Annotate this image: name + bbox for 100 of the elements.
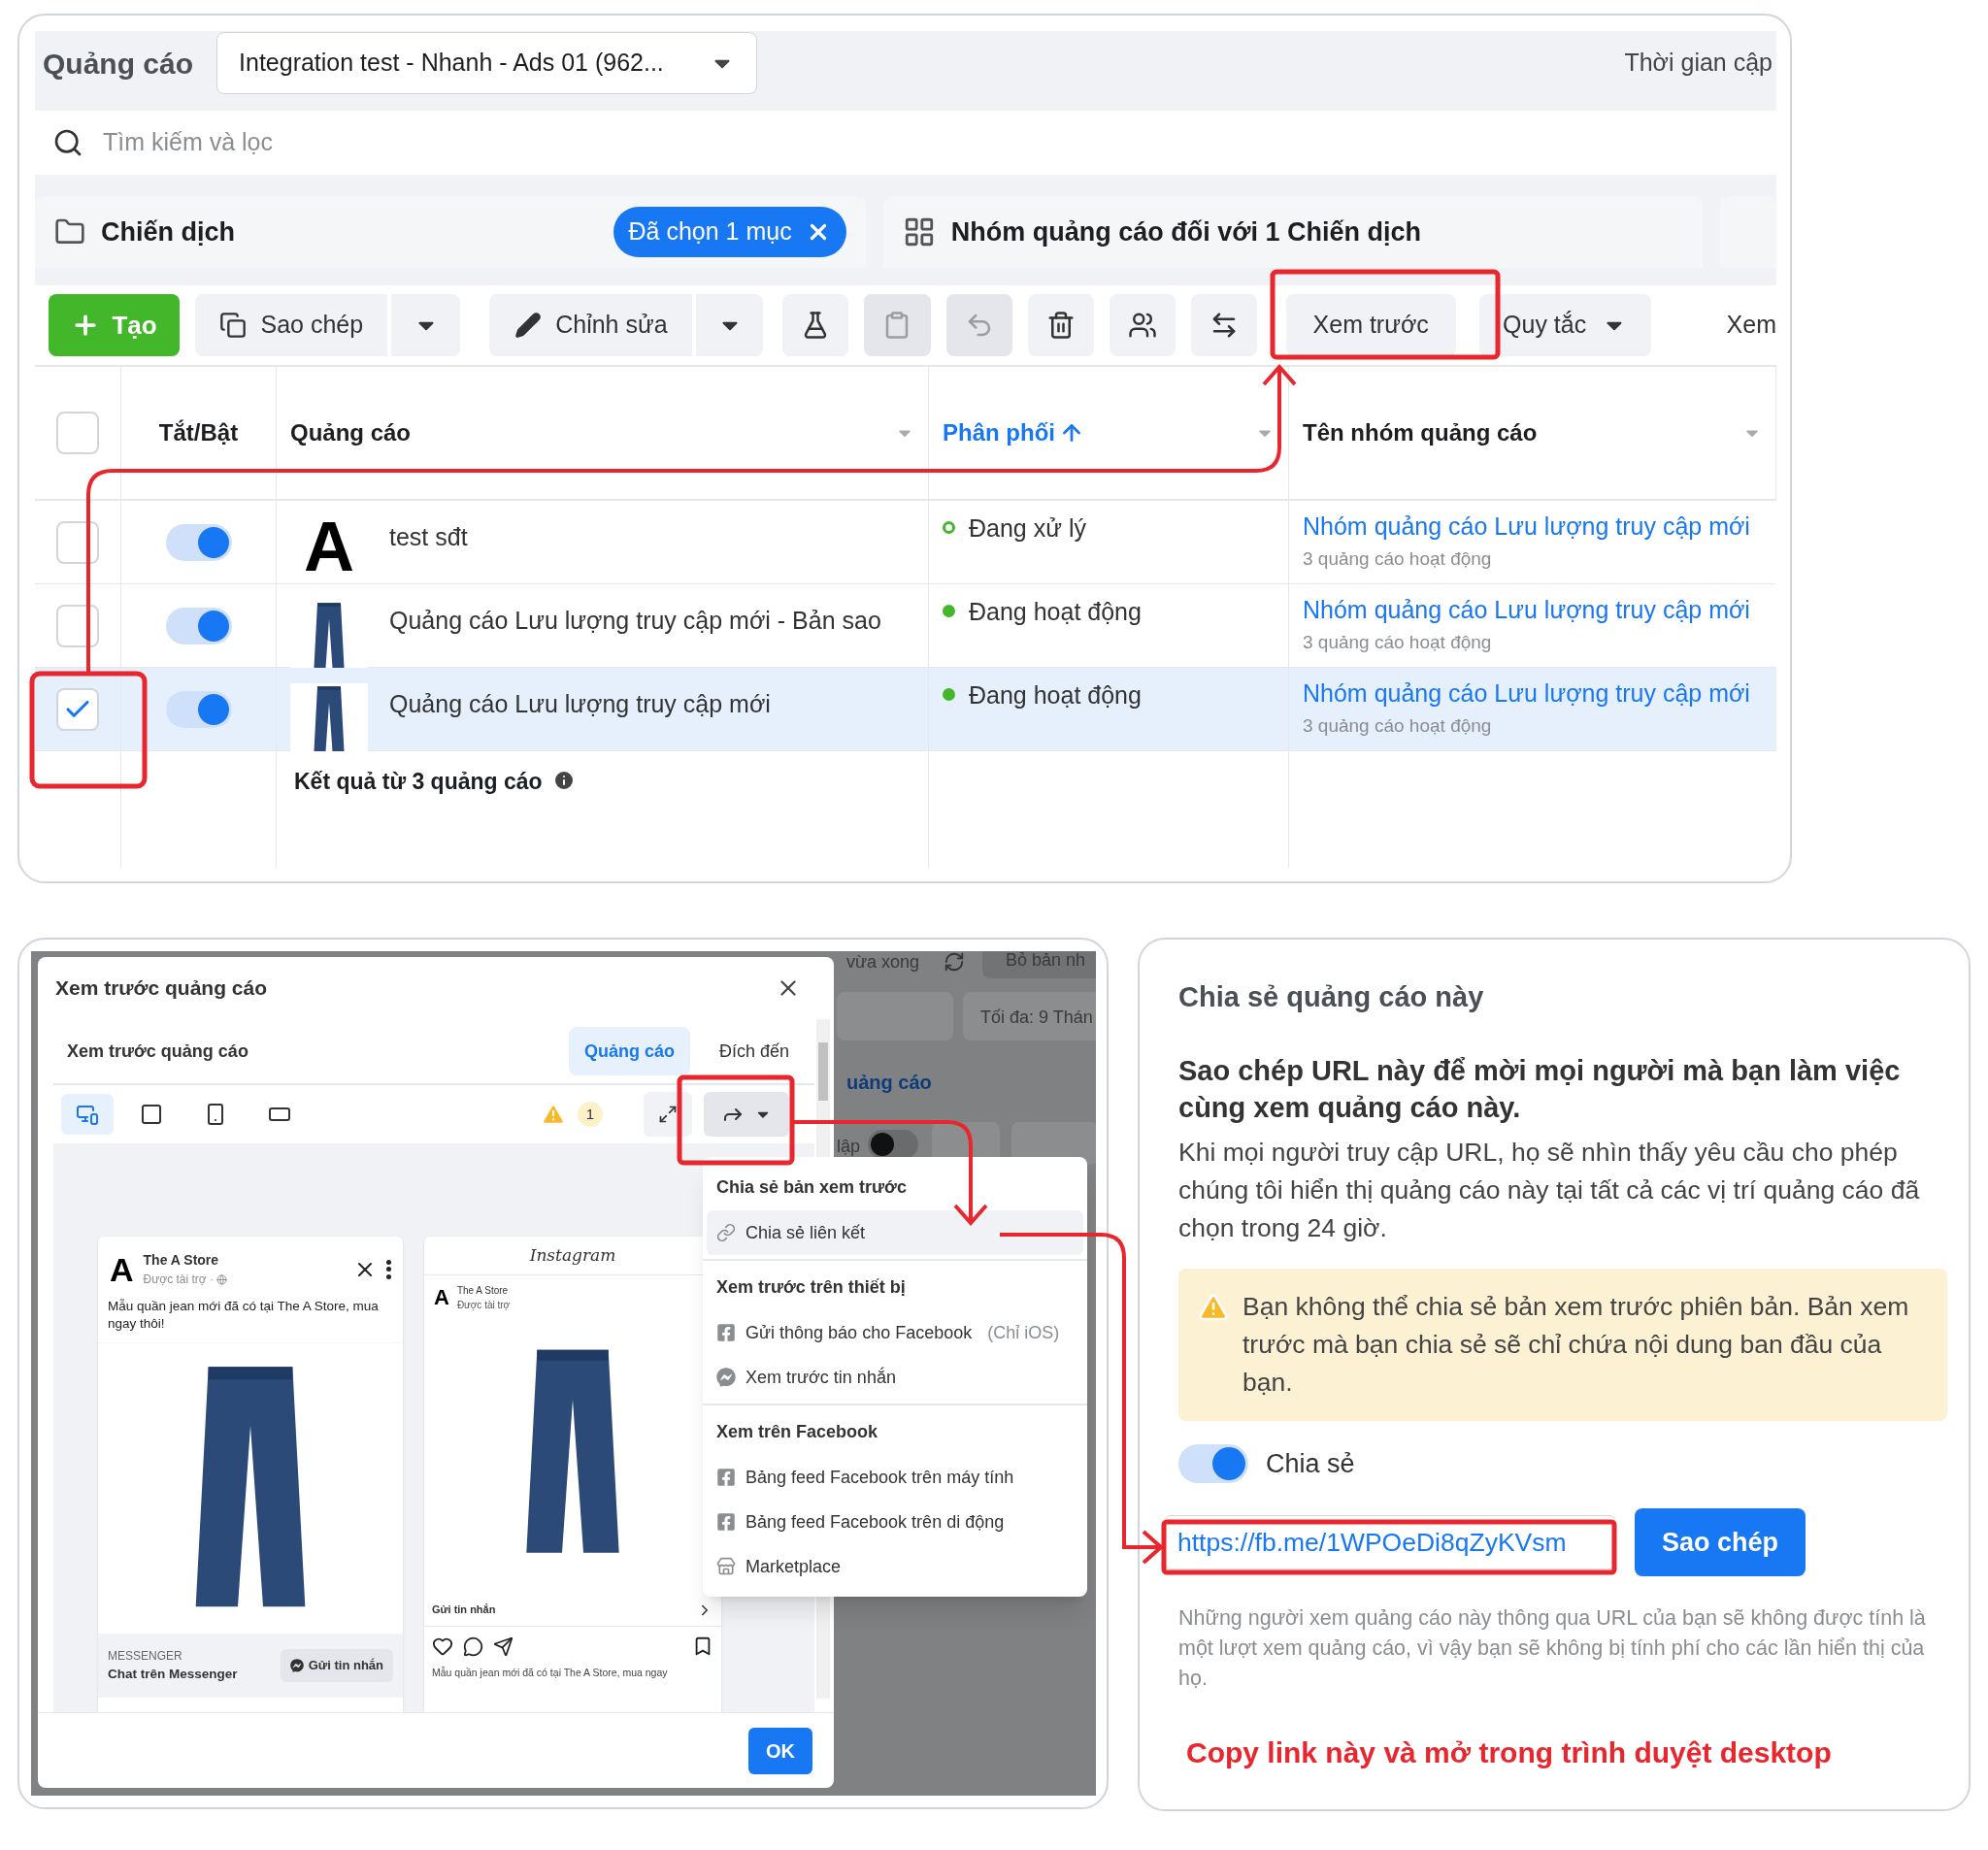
menu-section-title: Chia sẻ bản xem trước [715,1176,908,1199]
ad-set-info: 3 quảng cáo hoạt động [1303,630,1493,654]
messenger-icon [289,1659,304,1672]
checkbox[interactable] [56,520,99,564]
status-text: Đang xử lý [969,513,1086,544]
cta-title: Chat trên Messenger [108,1665,238,1683]
facebook-icon [716,1323,736,1342]
sponsored-label: Được tài trợ [456,1299,511,1312]
menu-section-title: Xem trước trên thiết bị [715,1276,907,1299]
facebook-icon [716,1512,736,1532]
link-icon [716,1223,736,1242]
heart-icon [432,1635,453,1657]
expand-icon [658,1105,678,1124]
table-row[interactable]: Quảng cáo Lưu lượng truy cập mới - Bản sao Đang hoạt động Nhóm quảng cáo Lưu lượng truy cập mới 3 quảng cáo hoạt động [35,584,1776,668]
column-header[interactable]: Phân phối [943,415,1084,450]
menu-section-title: Xem trên Facebook [715,1421,879,1443]
menu-item[interactable]: Bảng feed Facebook trên di động [707,1500,1083,1544]
send-message-button[interactable]: Gửi tin nhắn [280,1649,393,1682]
checkbox[interactable] [56,605,99,647]
ad-set-link[interactable]: Nhóm quảng cáo Lưu lượng truy cập mới [1303,509,1776,545]
url-field[interactable]: https://fb.me/1WPOeDi8qZyKVsm [1165,1515,1615,1569]
toolbar-icon-button[interactable] [1027,294,1094,356]
toolbar-icon-button[interactable] [782,294,849,356]
toggle-switch[interactable] [1178,1443,1248,1483]
table-row[interactable]: Quảng cáo Lưu lượng truy cập mới Đang hoạt động Nhóm quảng cáo Lưu lượng truy cập mới 3 quảng cáo hoạt động [35,668,1776,751]
expand-button[interactable] [644,1092,692,1137]
rules-button[interactable]: Quy tắc [1478,294,1651,356]
comment-icon [463,1635,483,1657]
ad-set-link[interactable]: Nhóm quảng cáo Lưu lượng truy cập mới [1303,676,1776,712]
ad-text: Mẫu quần jean mới đã có tại The A Store, mua ngay thôi! [107,1298,380,1333]
more-icon[interactable] [386,1259,391,1279]
column-header[interactable]: Tên nhóm quảng cáo [1303,415,1538,450]
facebook-icon [716,1468,736,1487]
selection-chip[interactable]: Đã chọn 1 mục [613,207,846,257]
search-input[interactable]: Tìm kiếm và lọc [103,124,1759,161]
disclaimer-text: Những người xem quảng cáo này thông qua URL của bạn sẽ không được tính là một lượt xem quảng cáo, vì vậy bạn sẽ không bị tính phí cho các lần hiển thị của họ. [1178,1605,1927,1692]
last-updated-text: Thời gian cập [1624,48,1773,79]
ad-set-tab[interactable]: Nhóm quảng cáo đối với 1 Chiến dịch [882,196,1703,268]
send-icon [493,1635,514,1657]
brand-logo: A [434,1287,449,1308]
toggle-switch[interactable] [165,523,232,561]
people-icon [1127,311,1157,340]
copy-button[interactable]: Sao chép [195,294,388,356]
status-text: Đang hoạt động [969,680,1142,710]
devices-icon [76,1103,99,1126]
campaign-tab[interactable]: Chiến dịch Đã chọn 1 mục [35,196,866,268]
page-name: The A Store [456,1284,510,1298]
ad-name: Quảng cáo Lưu lượng truy cập mới - Bản sao [389,606,881,637]
page-name: The A Store [143,1251,220,1270]
preview-tab[interactable]: Quảng cáo [568,1027,690,1075]
preview-button[interactable]: Xem trước [1285,294,1456,356]
annotation-caption: Copy link này và mở trong trình duyệt desktop [1186,1735,1833,1770]
backdrop-heading: uảng cáo [846,1071,932,1095]
edit-button[interactable]: Chỉnh sửa [489,294,693,356]
checkbox[interactable] [56,688,99,731]
copy-icon [219,312,248,339]
table-row[interactable]: A test sđt Đang xử lý Nhóm quảng cáo Lưu lượng truy cập mới 3 quảng cáo hoạt động [35,501,1776,584]
menu-item[interactable]: Xem trước tin nhắn [707,1355,1083,1400]
toolbar-icon-button[interactable] [1109,294,1176,356]
toggle-switch[interactable] [165,608,232,644]
globe-icon [216,1273,227,1285]
ad-set-info: 3 quảng cáo hoạt động [1303,713,1493,738]
panel-description: Khi mọi người truy cập URL, họ sẽ nhìn thấy yêu cầu cho phép chúng tôi hiển thị quảng cáo này tại tất cả các vị trí quảng cáo đã chọn trong 24 giờ. [1178,1136,1921,1244]
messenger-icon [716,1368,736,1387]
ad-name: test sđt [389,521,468,552]
warning-text: Bạn không thể chia sẻ bản xem trước phiên bản. Bản xem trước mà bạn chia sẻ sẽ chỉ chứa nội dung ban đầu của bạn. [1242,1290,1910,1399]
panel-heading: Sao chép URL này để mời mọi người mà bạn làm việc cùng xem quảng cáo này. [1178,1053,1902,1125]
refresh-icon [944,951,965,973]
status-text: Đang hoạt động [969,597,1142,627]
toggle-label: Chia sẻ [1266,1447,1355,1480]
modal-title: Xem trước quảng cáo [55,975,268,1002]
jeans-drawing [312,600,347,668]
search-icon [52,127,83,158]
cta-label: MESSENGER [108,1647,183,1665]
toolbar-icon-button[interactable] [1190,294,1257,356]
column-header[interactable]: Quảng cáo [290,415,412,450]
ok-button[interactable]: OK [748,1727,812,1774]
store-icon [716,1557,736,1576]
panel-title: Chia sẻ quảng cáo này [1178,980,1485,1014]
ad-set-link[interactable]: Nhóm quảng cáo Lưu lượng truy cập mới [1303,592,1776,629]
jeans-drawing [312,683,347,751]
brand-logo: A [110,1252,134,1286]
search-field[interactable]: Tìm kiếm và lọc [35,111,1776,175]
menu-item[interactable]: Gửi thông báo cho Facebook (Chỉ iOS) [707,1310,1083,1355]
square-icon [140,1103,163,1126]
menu-item[interactable]: Marketplace [707,1544,1083,1589]
menu-item[interactable]: Chia sẻ liên kết [707,1210,1083,1255]
warning-count: 1 [578,1102,603,1127]
account-dropdown[interactable]: Integration test - Nhanh - Ads 01 (962... [216,32,758,94]
cta-link[interactable]: Gửi tin nhắn [432,1602,496,1618]
share-button[interactable] [704,1092,789,1137]
copy-button[interactable]: Sao chép [1635,1508,1806,1576]
more-button[interactable]: Xem [1726,307,1776,344]
column-header[interactable]: Tắt/Bật [158,415,239,450]
preview-tab[interactable]: Đích đến [703,1027,805,1075]
caption: Mẫu quần jean mới đã có tại The A Store, mua ngay [431,1666,669,1680]
ad-name: Quảng cáo Lưu lượng truy cập mới [389,689,771,720]
toggle-switch[interactable] [165,691,232,728]
menu-item[interactable]: Bảng feed Facebook trên máy tính [707,1455,1083,1500]
checkbox[interactable] [56,412,99,454]
